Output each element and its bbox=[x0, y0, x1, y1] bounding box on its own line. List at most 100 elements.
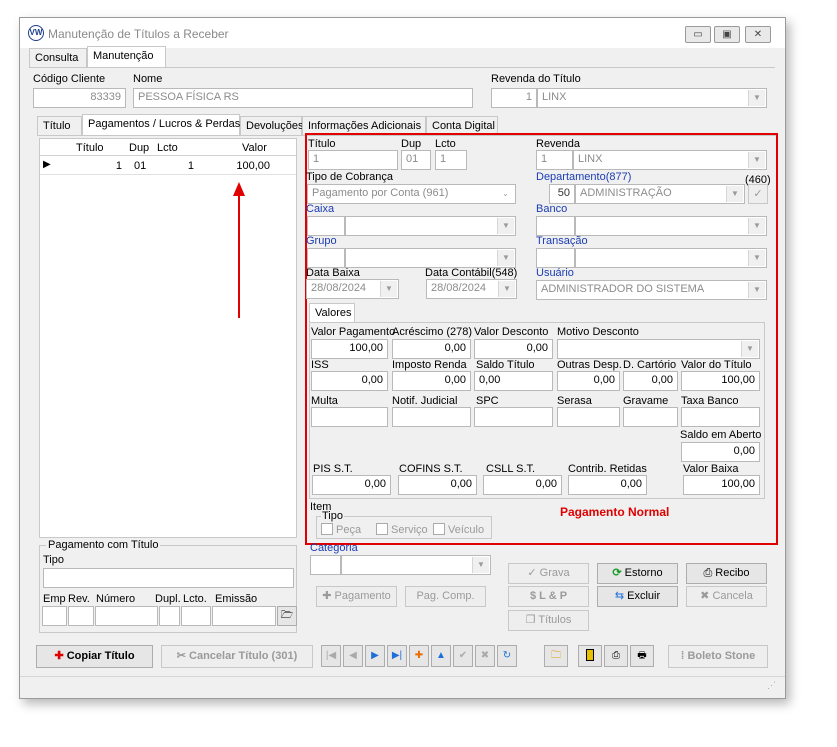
chevron-down-icon[interactable]: ▼ bbox=[726, 186, 743, 202]
tipo-cobranca-select[interactable]: Pagamento por Conta (961) ⌄ bbox=[307, 184, 516, 204]
titulo-field[interactable]: 1 bbox=[308, 150, 398, 170]
chevron-down-icon[interactable]: ▼ bbox=[472, 557, 489, 573]
chevron-down-icon[interactable]: ▼ bbox=[748, 282, 765, 298]
data-contabil-field[interactable]: 28/08/2024 ▼ bbox=[426, 279, 517, 299]
chevron-down-icon[interactable]: ▼ bbox=[748, 152, 765, 168]
print-icon[interactable]: 🖶 bbox=[630, 645, 654, 667]
chevron-down-icon[interactable]: ▼ bbox=[497, 218, 514, 234]
estorno-button[interactable]: ⟳ Estorno bbox=[597, 563, 678, 584]
peca-checkbox[interactable] bbox=[321, 523, 333, 535]
copiar-titulo-button[interactable]: ✚ Copiar Título bbox=[36, 645, 153, 668]
numero-field[interactable] bbox=[95, 606, 158, 626]
close-button[interactable]: ✕ bbox=[745, 26, 771, 43]
departamento-select[interactable]: ADMINISTRAÇÃO ▼ bbox=[575, 184, 745, 204]
categoria-select[interactable]: ▼ bbox=[341, 555, 491, 575]
emp-field[interactable] bbox=[42, 606, 67, 626]
data-baixa-field[interactable]: 28/08/2024 ▼ bbox=[306, 279, 399, 299]
prev-record-button[interactable]: ◀ bbox=[343, 645, 363, 667]
check-icon[interactable]: ✓ bbox=[748, 184, 768, 204]
col-titulo[interactable]: Título bbox=[76, 142, 104, 154]
notebook-icon[interactable] bbox=[578, 645, 602, 667]
grava-button[interactable]: ✓ Grava bbox=[508, 563, 589, 584]
print-preview-icon[interactable]: ⎙ bbox=[604, 645, 628, 667]
servico-checkbox[interactable] bbox=[376, 523, 388, 535]
categoria-code[interactable] bbox=[310, 555, 341, 575]
tab-titulo[interactable]: Título bbox=[37, 116, 82, 135]
post-record-button[interactable]: ✔ bbox=[453, 645, 473, 667]
veiculo-checkbox[interactable] bbox=[433, 523, 445, 535]
tab-devolucoes[interactable]: Devoluções bbox=[240, 116, 303, 135]
excluir-button[interactable]: ⇆ Excluir bbox=[597, 586, 678, 607]
saldo-titulo-field[interactable]: 0,00 bbox=[474, 371, 553, 391]
transacao-select[interactable]: ▼ bbox=[575, 248, 767, 268]
revenda-titulo-select[interactable]: LINX ▼ bbox=[537, 88, 767, 108]
tipo-field[interactable] bbox=[43, 568, 294, 588]
dupl-field[interactable] bbox=[159, 606, 180, 626]
col-dup[interactable]: Dup bbox=[129, 142, 149, 154]
banco-select[interactable]: ▼ bbox=[575, 216, 767, 236]
open-folder-icon[interactable]: 🗁 bbox=[277, 606, 297, 626]
lp-button[interactable]: $ L & P bbox=[508, 586, 589, 607]
rev-field[interactable] bbox=[68, 606, 94, 626]
last-record-button[interactable]: ▶| bbox=[387, 645, 407, 667]
chevron-down-icon[interactable]: ▼ bbox=[497, 250, 514, 266]
codigo-cliente-field[interactable]: 83339 bbox=[33, 88, 126, 108]
folder-icon[interactable]: 🗀 bbox=[544, 645, 568, 667]
revenda-code[interactable]: 1 bbox=[536, 150, 573, 170]
saldo-aberto-field[interactable]: 0,00 bbox=[681, 442, 760, 462]
chevron-down-icon[interactable]: ▼ bbox=[380, 281, 397, 297]
outras-desp-field[interactable]: 0,00 bbox=[557, 371, 620, 391]
grupo-code[interactable] bbox=[307, 248, 345, 268]
lcto-field[interactable] bbox=[181, 606, 211, 626]
taxa-banco-field[interactable] bbox=[681, 407, 760, 427]
table-row[interactable]: ▶ 1 01 1 100,00 bbox=[40, 157, 296, 175]
resize-grip-icon[interactable]: ⋰ bbox=[767, 680, 776, 691]
valor-pagamento-field[interactable]: 100,00 bbox=[311, 339, 388, 359]
chevron-down-icon[interactable]: ▼ bbox=[748, 90, 765, 106]
nome-field[interactable]: PESSOA FÍSICA RS bbox=[133, 88, 473, 108]
cofins-field[interactable]: 0,00 bbox=[398, 475, 477, 495]
caixa-select[interactable]: ▼ bbox=[345, 216, 516, 236]
boleto-stone-button[interactable]: ⁞ Boleto Stone bbox=[668, 645, 768, 668]
pag-comp-button[interactable]: Pag. Comp. bbox=[405, 586, 486, 607]
spc-field[interactable] bbox=[474, 407, 553, 427]
revenda-select[interactable]: LINX ▼ bbox=[573, 150, 767, 170]
motivo-desconto-select[interactable]: ▼ bbox=[557, 339, 760, 359]
col-valor[interactable]: Valor bbox=[242, 142, 267, 154]
col-lcto[interactable]: Lcto bbox=[157, 142, 178, 154]
serasa-field[interactable] bbox=[557, 407, 620, 427]
minimize-button[interactable]: ▭ bbox=[685, 26, 711, 43]
notif-judicial-field[interactable] bbox=[392, 407, 471, 427]
gravame-field[interactable] bbox=[623, 407, 678, 427]
valor-desconto-field[interactable]: 0,00 bbox=[474, 339, 553, 359]
edit-record-button[interactable]: ▲ bbox=[431, 645, 451, 667]
transacao-code[interactable] bbox=[536, 248, 575, 268]
insert-record-button[interactable]: ✚ bbox=[409, 645, 429, 667]
departamento-code[interactable]: 50 bbox=[549, 184, 575, 204]
tab-consulta[interactable]: Consulta bbox=[29, 48, 87, 67]
csll-field[interactable]: 0,00 bbox=[483, 475, 562, 495]
next-record-button[interactable]: ▶ bbox=[365, 645, 385, 667]
chevron-down-icon[interactable]: ▼ bbox=[498, 281, 515, 297]
tab-valores[interactable]: Valores bbox=[309, 303, 355, 323]
dup-field[interactable]: 01 bbox=[401, 150, 431, 170]
restore-button[interactable]: ▣ bbox=[714, 26, 740, 43]
cancela-button[interactable]: ✖ Cancela bbox=[686, 586, 767, 607]
chevron-down-icon[interactable]: ▼ bbox=[741, 341, 758, 357]
imposto-renda-field[interactable]: 0,00 bbox=[392, 371, 471, 391]
banco-code[interactable] bbox=[536, 216, 575, 236]
first-record-button[interactable]: |◀ bbox=[321, 645, 341, 667]
title-bar[interactable]: VW Manutenção de Títulos a Receber ▭ ▣ ✕ bbox=[20, 18, 785, 48]
titulos-button[interactable]: ❐ Títulos bbox=[508, 610, 589, 631]
refresh-record-button[interactable]: ↻ bbox=[497, 645, 517, 667]
emissao-field[interactable] bbox=[212, 606, 276, 626]
chevron-down-icon[interactable]: ▼ bbox=[748, 250, 765, 266]
cancelar-titulo-button[interactable]: ✂ Cancelar Título (301) bbox=[161, 645, 313, 668]
tab-manutencao[interactable]: Manutenção bbox=[87, 46, 166, 67]
valor-titulo-field[interactable]: 100,00 bbox=[681, 371, 760, 391]
chevron-down-icon[interactable]: ⌄ bbox=[497, 186, 514, 202]
d-cartorio-field[interactable]: 0,00 bbox=[623, 371, 678, 391]
usuario-select[interactable]: ADMINISTRADOR DO SISTEMA ▼ bbox=[536, 280, 767, 300]
valor-baixa-field[interactable]: 100,00 bbox=[683, 475, 760, 495]
pagamento-button[interactable]: ✚ Pagamento bbox=[316, 586, 397, 607]
